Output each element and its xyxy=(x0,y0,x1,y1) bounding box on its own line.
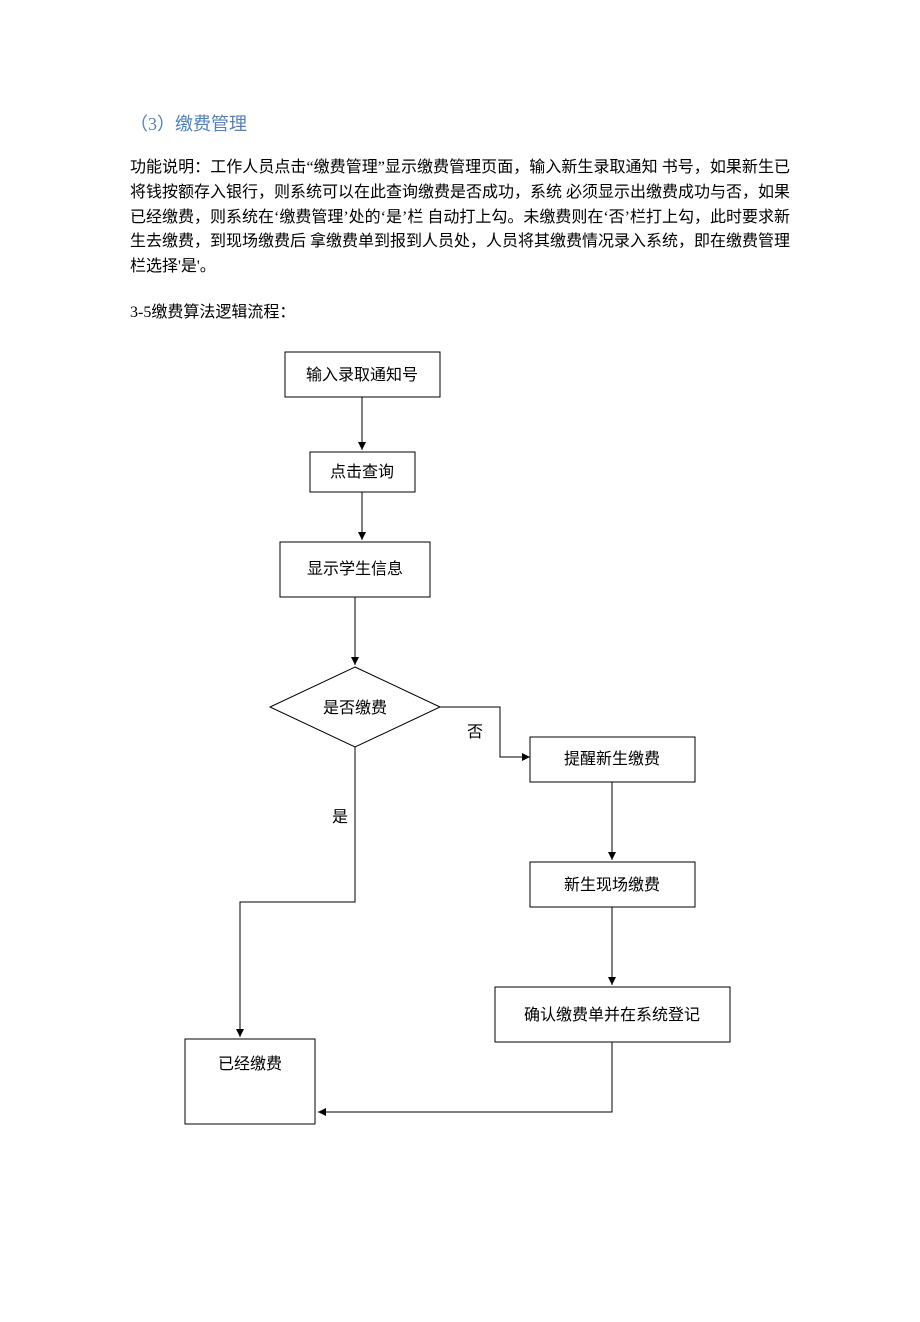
node-paid-label: 已经缴费 xyxy=(218,1055,282,1073)
label-yes: 是 xyxy=(332,809,348,826)
node-input-label: 输入录取通知号 xyxy=(306,366,418,384)
node-showinfo-label: 显示学生信息 xyxy=(307,560,403,578)
node-remind-label: 提醒新生缴费 xyxy=(564,750,660,768)
edge-n7-n8 xyxy=(318,1042,612,1112)
label-no: 否 xyxy=(467,724,483,741)
section-title: （3）缴费管理 xyxy=(130,110,790,136)
node-query-label: 点击查询 xyxy=(330,463,394,481)
node-decision-label: 是否缴费 xyxy=(323,699,387,717)
node-confirm-label: 确认缴费单并在系统登记 xyxy=(524,1006,700,1024)
flowchart: 输入录取通知号 点击查询 显示学生信息 是否缴费 否 是 xyxy=(140,342,800,1222)
edge-n4-n8 xyxy=(240,747,355,1037)
node-paid xyxy=(185,1039,315,1124)
edge-n4-n5 xyxy=(440,707,530,757)
sub-heading: 3-5缴费算法逻辑流程： xyxy=(130,298,790,322)
body-text: 功能说明：工作人员点击“缴费管理”显示缴费管理页面，输入新生录取通知 书号，如果… xyxy=(130,156,790,280)
node-onsite-label: 新生现场缴费 xyxy=(564,876,660,894)
